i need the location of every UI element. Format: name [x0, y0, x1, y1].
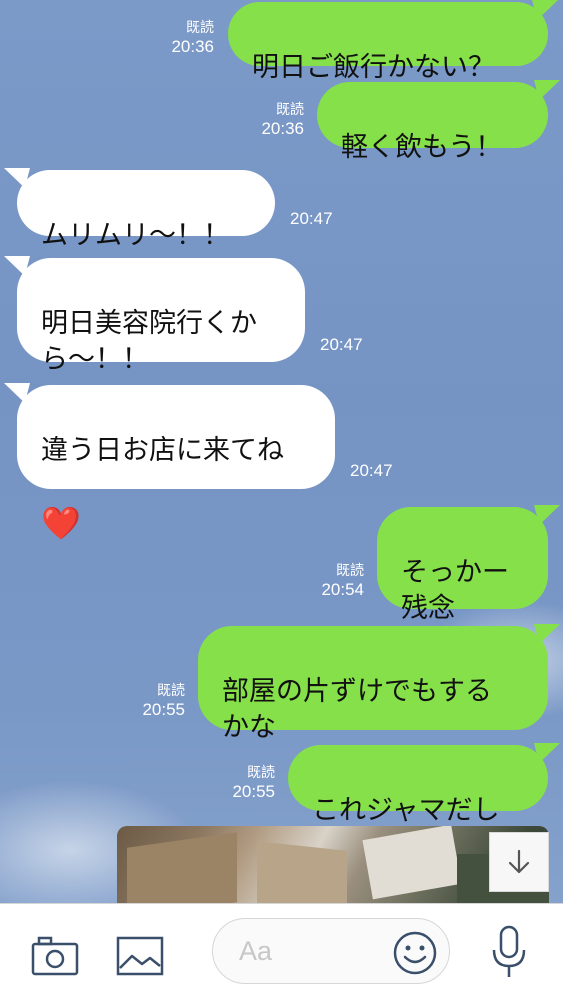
message-time: 20:55 [232, 782, 275, 801]
message-meta: 既読 20:55 [121, 680, 185, 720]
image-icon [116, 936, 164, 976]
arrow-down-icon [508, 849, 530, 874]
microphone-button[interactable] [484, 922, 534, 982]
read-receipt: 既読 [157, 682, 185, 698]
message-time: 20:47 [320, 335, 363, 354]
message-time: 20:47 [350, 461, 393, 480]
photo-detail [257, 841, 347, 903]
message-meta: 既読 20:36 [240, 99, 304, 139]
scroll-to-bottom-button[interactable] [489, 832, 549, 892]
message-meta: 既読 20:54 [300, 560, 364, 600]
message-bubble-outgoing[interactable]: 軽く飲もう！ [317, 82, 548, 163]
photo-message[interactable] [117, 826, 549, 903]
read-receipt: 既読 [247, 764, 275, 780]
read-receipt: 既読 [276, 101, 304, 117]
camera-button[interactable] [30, 932, 80, 980]
chat-area[interactable]: 既読 20:36 明日ご飯行かない？ 既読 20:36 軽く飲もう！ ムリムリ〜… [0, 0, 563, 903]
message-time: 20:54 [321, 580, 364, 599]
message-bubble-incoming[interactable]: 明日美容院行くか ら〜！！ [17, 258, 305, 375]
message-bubble-outgoing[interactable]: そっかー 残念 [377, 507, 548, 624]
message-time: 20:36 [261, 119, 304, 138]
image-button[interactable] [114, 932, 166, 980]
message-time: 20:47 [290, 209, 333, 228]
message-text: ムリムリ〜！！ [41, 220, 230, 251]
message-meta: 既読 20:55 [211, 762, 275, 802]
emoji-button[interactable] [390, 928, 440, 978]
message-text: 部屋の片ずけでもする かな [222, 676, 492, 743]
read-receipt: 既読 [186, 19, 214, 35]
photo-detail [127, 832, 237, 903]
message-bubble-outgoing[interactable]: 部屋の片ずけでもする かな [198, 626, 548, 743]
read-receipt: 既読 [336, 562, 364, 578]
message-text: 軽く飲もう！ [341, 132, 503, 163]
smiley-icon [393, 931, 437, 975]
message-bubble-outgoing[interactable]: これジャマだし [288, 745, 548, 826]
microphone-icon [492, 925, 526, 977]
message-time: 20:55 [142, 700, 185, 719]
message-text: 明日美容院行くか ら〜！！ [41, 308, 257, 375]
photo-detail [362, 826, 462, 900]
input-placeholder: Aa [239, 936, 273, 966]
message-text: 違う日お店に来てね [41, 435, 284, 466]
input-bar: Aa [0, 903, 563, 999]
message-text: 明日ご飯行かない？ [252, 52, 495, 83]
message-bubble-incoming[interactable]: ムリムリ〜！！ [17, 170, 275, 251]
message-meta: 既読 20:36 [150, 17, 214, 57]
camera-icon [31, 936, 79, 976]
message-time: 20:36 [171, 37, 214, 56]
heart-emoji: ❤️ [41, 504, 81, 542]
message-text: これジャマだし [312, 795, 500, 826]
message-bubble-incoming[interactable]: 違う日お店に来てね ❤️ [17, 385, 335, 541]
message-bubble-outgoing[interactable]: 明日ご飯行かない？ [228, 2, 548, 83]
